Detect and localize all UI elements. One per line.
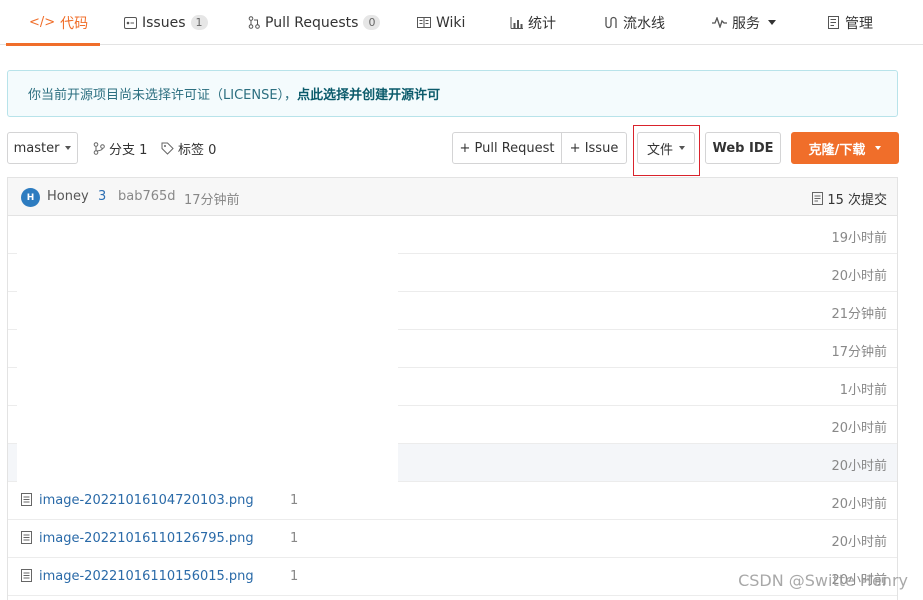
file-icon <box>21 493 32 506</box>
row-commit-count: 1 <box>290 493 299 508</box>
tags-count: 标签 0 <box>178 142 217 158</box>
issues-count-badge: 1 <box>190 15 208 30</box>
table-row[interactable]: image-20221016110126795.png 1 20小时前 <box>8 520 897 558</box>
tab-label: Issues <box>142 14 186 31</box>
tab-stats[interactable]: 统计 <box>510 0 556 45</box>
license-notice-text: 你当前开源项目尚未选择许可证（LICENSE）， <box>28 88 298 103</box>
branch-select[interactable]: master <box>7 132 78 164</box>
new-issue-button[interactable]: + Issue <box>561 132 627 164</box>
row-commit-count: 1 <box>290 531 299 546</box>
table-row[interactable]: image-20221016104720103.png 1 20小时前 <box>8 482 897 520</box>
tab-label: Pull Requests <box>265 14 359 31</box>
web-ide-button[interactable]: Web IDE <box>705 132 781 164</box>
branch-icon <box>93 141 105 155</box>
license-notice: 你当前开源项目尚未选择许可证（LICENSE）， 点此选择并创建开源许可 <box>7 70 898 117</box>
row-time: 20小时前 <box>831 459 887 474</box>
tags-link[interactable]: 标签 0 <box>161 132 216 164</box>
branches-link[interactable]: 分支 1 <box>93 132 147 164</box>
tab-label: 服务 <box>732 15 760 32</box>
row-time: 17分钟前 <box>831 345 887 360</box>
create-license-link[interactable]: 点此选择并创建开源许可 <box>297 84 440 103</box>
commit-total-label: 15 次提交 <box>827 193 887 208</box>
tab-label: 流水线 <box>623 15 665 32</box>
row-time: 1小时前 <box>839 383 887 398</box>
row-time: 20小时前 <box>831 535 887 550</box>
file-icon <box>21 569 32 582</box>
tab-label: Wiki <box>436 14 466 31</box>
tab-issues[interactable]: Issues 1 <box>124 0 208 45</box>
file-name-link[interactable]: image-20221016110126795.png <box>39 531 254 546</box>
new-issue-label: + Issue <box>569 140 619 156</box>
tab-label: 统计 <box>528 15 556 32</box>
tab-label: 管理 <box>845 15 873 32</box>
highlight-box <box>633 125 700 176</box>
pull-request-icon <box>248 16 260 29</box>
chevron-down-icon <box>768 20 776 25</box>
chevron-down-icon <box>65 146 72 150</box>
commit-author-count[interactable]: 3 <box>98 189 106 204</box>
tab-manage[interactable]: 管理 <box>828 0 873 45</box>
file-table: H Honey 3 bab765d 17分钟前 15 次提交 19小时前 20小… <box>7 177 898 600</box>
row-time: 21分钟前 <box>831 307 887 322</box>
commit-total-link[interactable]: 15 次提交 <box>812 189 887 208</box>
tab-services[interactable]: 服务 <box>712 0 776 45</box>
clone-download-label: 克隆/下载 <box>808 142 866 158</box>
tab-label: 代码 <box>60 15 89 32</box>
document-icon <box>812 192 824 205</box>
pipeline-icon <box>604 16 618 29</box>
avatar[interactable]: H <box>21 188 40 207</box>
clone-download-button[interactable]: 克隆/下载 <box>791 132 899 164</box>
commit-time: 17分钟前 <box>184 193 240 208</box>
tab-wiki[interactable]: Wiki <box>417 0 465 45</box>
code-icon: </> <box>29 15 56 30</box>
file-icon <box>21 531 32 544</box>
issues-icon <box>124 16 137 29</box>
branch-select-value: master <box>13 140 60 156</box>
tab-code[interactable]: </> 代码 <box>6 0 100 46</box>
latest-commit-row: H Honey 3 bab765d 17分钟前 15 次提交 <box>8 178 897 216</box>
file-name-link[interactable]: image-20221016104720103.png <box>39 493 254 508</box>
tag-icon <box>161 142 174 155</box>
stats-icon <box>510 16 523 29</box>
branches-count: 分支 1 <box>109 142 148 158</box>
tab-pull-requests[interactable]: Pull Requests 0 <box>248 0 381 45</box>
watermark: CSDN @Switte Henry <box>738 571 908 590</box>
redacted-area <box>17 216 398 482</box>
web-ide-label: Web IDE <box>712 140 774 156</box>
new-pull-request-button[interactable]: + Pull Request <box>452 132 562 164</box>
row-commit-count: 1 <box>290 569 299 584</box>
book-icon <box>417 17 431 28</box>
pulse-icon <box>712 17 727 28</box>
row-time: 19小时前 <box>831 231 887 246</box>
row-time: 20小时前 <box>831 497 887 512</box>
row-time: 20小时前 <box>831 421 887 436</box>
pr-count-badge: 0 <box>363 15 381 30</box>
tab-pipeline[interactable]: 流水线 <box>604 0 665 45</box>
manage-icon <box>828 16 840 29</box>
commit-sha[interactable]: bab765d <box>118 189 176 204</box>
new-pull-request-label: + Pull Request <box>459 140 555 156</box>
row-time: 20小时前 <box>831 269 887 284</box>
commit-author[interactable]: Honey <box>47 189 89 204</box>
chevron-down-icon <box>875 146 882 150</box>
repo-nav: </> 代码 Issues 1 Pull Requests 0 Wiki 统计 … <box>0 0 923 46</box>
file-name-link[interactable]: image-20221016110156015.png <box>39 569 254 584</box>
